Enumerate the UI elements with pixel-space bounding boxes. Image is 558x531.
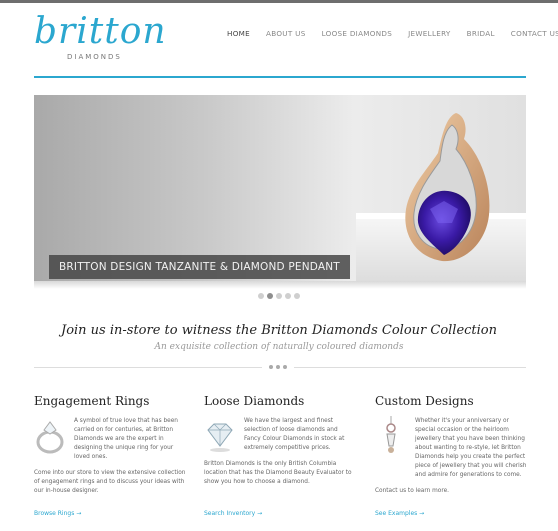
slide-caption: BRITTON DESIGN TANZANITE & DIAMOND PENDA… [49, 255, 350, 279]
hero-shadow [34, 281, 526, 289]
nav-contact-us[interactable]: CONTACT US [511, 29, 558, 38]
nav-loose-diamonds[interactable]: LOOSE DIAMONDS [322, 29, 393, 38]
diamond-icon [207, 423, 233, 452]
nav-jewellery[interactable]: JEWELLERY [408, 29, 450, 38]
slide-dot-3[interactable] [276, 293, 282, 299]
section-title: Custom Designs [375, 394, 474, 408]
slide-dot-4[interactable] [285, 293, 291, 299]
header-divider [34, 76, 526, 78]
nav-bridal[interactable]: BRIDAL [467, 29, 495, 38]
section-title: Loose Diamonds [204, 394, 305, 408]
section-intro: We have the largest and finest selection… [244, 418, 345, 451]
main-nav: HOME ABOUT US LOOSE DIAMONDS JEWELLERY B… [227, 29, 558, 38]
section-more: Come into our store to view the extensiv… [34, 470, 186, 494]
site-logo[interactable]: britton DIAMONDS [34, 11, 167, 66]
divider-dots [269, 365, 287, 369]
hero-slider[interactable]: BRITTON DESIGN TANZANITE & DIAMOND PENDA… [34, 95, 526, 281]
see-examples-link[interactable]: See Examples → [375, 510, 424, 517]
section-more: Britton Diamonds is the only British Col… [204, 461, 352, 485]
nav-home[interactable]: HOME [227, 29, 250, 38]
custom-designs-section: Custom Designs Whether it's your anniver… [375, 394, 527, 517]
divider-left [34, 367, 262, 368]
search-inventory-link[interactable]: Search Inventory → [204, 510, 262, 517]
browse-rings-link[interactable]: Browse Rings → [34, 510, 81, 517]
divider-right [294, 367, 526, 368]
engagement-rings-section: Engagement Rings A symbol of true love t… [34, 394, 186, 517]
section-intro: A symbol of true love that has been carr… [74, 418, 178, 460]
section-more: Contact us to learn more. [375, 488, 449, 494]
sub-tagline: An exquisite collection of naturally col… [154, 342, 404, 352]
tagline: Join us in-store to witness the Britton … [60, 323, 498, 338]
ring-icon [36, 421, 64, 454]
section-intro: Whether it's your anniversary or special… [415, 418, 527, 478]
slider-pager [258, 293, 300, 299]
section-title: Engagement Rings [34, 394, 150, 408]
pendant-icon [386, 416, 396, 453]
slide-dot-2[interactable] [267, 293, 273, 299]
logo-subtitle: DIAMONDS [67, 53, 122, 61]
pendant-image [405, 113, 490, 262]
loose-diamonds-section: Loose Diamonds We have the largest and f… [204, 394, 356, 517]
slide-dot-5[interactable] [294, 293, 300, 299]
slide-dot-1[interactable] [258, 293, 264, 299]
nav-about-us[interactable]: ABOUT US [266, 29, 306, 38]
logo-wordmark: britton [34, 11, 167, 52]
top-bar [0, 0, 558, 3]
